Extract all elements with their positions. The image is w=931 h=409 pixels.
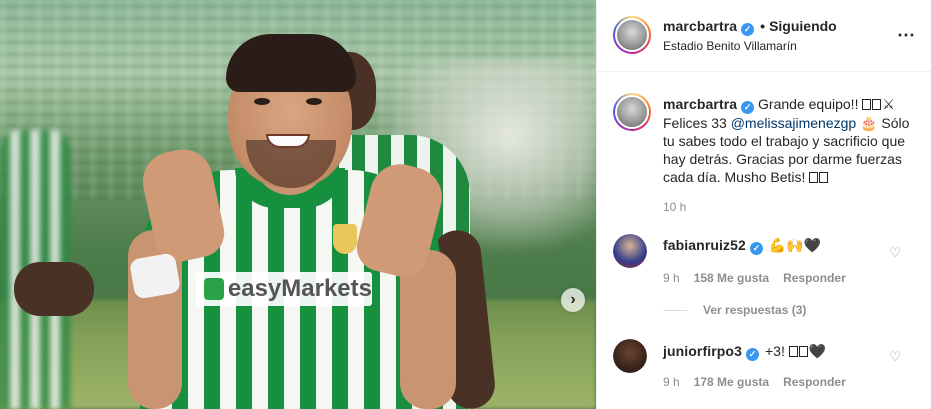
avatar-icon bbox=[613, 339, 647, 373]
separator-dot: • bbox=[760, 18, 766, 34]
avatar-icon bbox=[615, 95, 649, 129]
verified-badge-icon: ✓ bbox=[745, 348, 759, 361]
comment-meta: 9 h 158 Me gusta Responder bbox=[663, 271, 860, 285]
emoji-glyph-icon bbox=[788, 346, 798, 357]
caption-text-1: Grande equipo!! bbox=[758, 96, 863, 112]
comment-text: 💪🙌🖤 bbox=[768, 237, 822, 253]
heart-icon[interactable]: ♡ bbox=[889, 350, 901, 363]
comment-username[interactable]: fabianruiz52 bbox=[663, 237, 746, 253]
verified-badge-icon: ✓ bbox=[741, 23, 755, 36]
replies-divider bbox=[663, 309, 687, 311]
verified-badge-icon: ✓ bbox=[741, 101, 755, 114]
crossed-swords-icon: ⚔ bbox=[882, 96, 895, 112]
comment-meta: 9 h 178 Me gusta Responder bbox=[663, 375, 860, 389]
view-replies-button[interactable]: Ver respuestas (3) bbox=[663, 303, 806, 317]
player-eye-left bbox=[254, 98, 270, 105]
comment-juniorfirpo3: juniorfirpo3 ✓ +3! 🖤 bbox=[663, 343, 826, 361]
emoji-glyph-icon bbox=[872, 99, 882, 110]
caption-username[interactable]: marcbartra bbox=[663, 96, 737, 112]
club-crest bbox=[333, 224, 357, 254]
caption-mention-link[interactable]: @melissajimenezgp bbox=[731, 115, 856, 131]
heart-icon[interactable]: ♡ bbox=[889, 246, 901, 259]
view-replies-label: Ver respuestas (3) bbox=[703, 303, 807, 317]
birthday-cake-icon: 🎂 bbox=[856, 115, 882, 131]
comment-text: +3! bbox=[764, 343, 789, 359]
author-line: marcbartra ✓ • Siguiendo bbox=[663, 18, 837, 36]
emoji-glyph-icon bbox=[809, 172, 819, 183]
comment-username[interactable]: juniorfirpo3 bbox=[663, 343, 742, 359]
sponsor-logo-mark bbox=[204, 278, 224, 300]
follow-status-button[interactable]: Siguiendo bbox=[769, 18, 837, 34]
avatar-icon bbox=[613, 234, 647, 268]
comment-likes[interactable]: 178 Me gusta bbox=[694, 375, 769, 389]
black-heart-icon: 🖤 bbox=[808, 343, 827, 359]
next-photo-button[interactable]: › bbox=[561, 288, 585, 312]
caption-text-2: Felices 33 bbox=[663, 115, 731, 131]
emoji-glyph-icon bbox=[819, 172, 829, 183]
caption-author-avatar[interactable] bbox=[613, 93, 651, 131]
post-photo[interactable]: easyMarkets › bbox=[0, 0, 596, 409]
teammate-fist bbox=[14, 262, 94, 316]
comment-likes[interactable]: 158 Me gusta bbox=[694, 271, 769, 285]
shirt-sponsor: easyMarkets bbox=[196, 272, 372, 306]
comment-time[interactable]: 9 h bbox=[663, 271, 680, 285]
comment-fabianruiz52: fabianruiz52 ✓ 💪🙌🖤 bbox=[663, 237, 821, 255]
reply-button[interactable]: Responder bbox=[783, 271, 846, 285]
author-username[interactable]: marcbartra bbox=[663, 18, 737, 34]
player-eye-right bbox=[306, 98, 322, 105]
post-caption: marcbartra ✓ Grande equipo!! ⚔ Felices 33… bbox=[663, 95, 911, 186]
reply-button[interactable]: Responder bbox=[783, 375, 846, 389]
post-side-panel: marcbartra ✓ • Siguiendo Estadio Benito Vil… bbox=[596, 0, 931, 409]
player-hair bbox=[226, 34, 356, 92]
emoji-glyph-icon bbox=[862, 99, 872, 110]
chevron-right-icon: › bbox=[570, 291, 576, 308]
post-header: marcbartra ✓ • Siguiendo Estadio Benito Vil… bbox=[597, 0, 931, 72]
more-options-icon[interactable]: ⋯ bbox=[897, 26, 916, 44]
sponsor-text: easyMarkets bbox=[227, 275, 372, 302]
emoji-glyph-icon bbox=[798, 346, 808, 357]
commenter-avatar[interactable] bbox=[613, 234, 647, 268]
wrist-tape bbox=[128, 252, 182, 300]
post-time[interactable]: 10 h bbox=[663, 200, 686, 214]
commenter-avatar[interactable] bbox=[613, 339, 647, 373]
post-location[interactable]: Estadio Benito Villamarín bbox=[663, 39, 797, 53]
verified-badge-icon: ✓ bbox=[749, 242, 763, 255]
author-avatar[interactable] bbox=[613, 16, 651, 54]
comment-time[interactable]: 9 h bbox=[663, 375, 680, 389]
avatar-icon bbox=[615, 18, 649, 52]
